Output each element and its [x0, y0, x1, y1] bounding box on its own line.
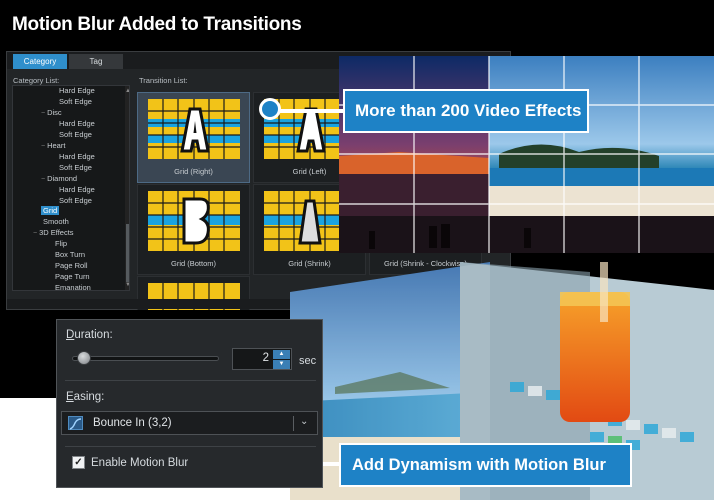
tab-category[interactable]: Category — [13, 54, 67, 69]
grid-thumbnail — [148, 99, 240, 159]
tree-item[interactable]: Box Turn — [55, 250, 85, 259]
easing-label: Easing: — [66, 391, 104, 403]
easing-curve-icon — [68, 416, 83, 430]
tree-item-diamond[interactable]: − Diamond — [41, 174, 77, 183]
duration-label: Duration: — [66, 329, 113, 341]
tree-item-grid[interactable]: Grid — [41, 206, 60, 215]
callout-video-effects: More than 200 Video Effects — [343, 89, 589, 133]
tree-item[interactable]: Soft Edge — [59, 97, 92, 106]
select-separator — [293, 416, 294, 431]
chevron-down-icon[interactable]: ⌄ — [300, 416, 308, 427]
tree-item[interactable]: Hard Edge — [59, 86, 95, 95]
tree-item[interactable]: Emanation — [55, 283, 91, 290]
spin-down-icon[interactable]: ▼ — [273, 360, 290, 369]
duration-value[interactable]: 2 — [233, 352, 269, 364]
tree-item[interactable]: Page Roll — [55, 261, 88, 270]
collapse-icon[interactable]: − — [41, 176, 45, 183]
transition-list-label: Transition List: — [139, 76, 188, 85]
tree-item[interactable]: Page Turn — [55, 272, 90, 281]
category-tree[interactable]: Hard Edge Soft Edge − Disc Hard Edge Soft… — [12, 85, 130, 291]
tree-item-label: Heart — [47, 141, 66, 150]
transition-label: Grid (Right) — [174, 167, 213, 176]
duration-slider-track[interactable] — [72, 356, 219, 361]
tree-scroll-thumb[interactable] — [126, 224, 129, 282]
page-title: Motion Blur Added to Transitions — [12, 14, 302, 35]
tree-item-heart[interactable]: − Heart — [41, 141, 65, 150]
tree-item[interactable]: Flip — [55, 239, 67, 248]
tree-item-3d-effects[interactable]: −3D Effects — [33, 228, 74, 237]
duration-spinner[interactable]: 2 ▲ ▼ — [232, 348, 292, 370]
scroll-up-icon[interactable]: ▲ — [125, 88, 129, 94]
duration-label-text: uration: — [74, 329, 113, 341]
tree-item[interactable]: Hard Edge — [59, 152, 95, 161]
tree-item-label: 3D Effects — [39, 228, 74, 237]
duration-slider-handle[interactable] — [77, 351, 91, 365]
easing-label-text: asing: — [73, 391, 105, 403]
tree-item-label: Disc — [47, 108, 62, 117]
tree-item[interactable]: Hard Edge — [59, 119, 95, 128]
transition-item-grid-bottom[interactable]: Grid (Bottom) — [137, 184, 250, 275]
tab-tag[interactable]: Tag — [69, 54, 123, 69]
collapse-icon[interactable]: − — [33, 230, 37, 237]
motion-blur-label[interactable]: Enable Motion Blur — [91, 457, 188, 469]
tree-item-smooth[interactable]: Smooth — [43, 217, 69, 226]
divider — [65, 446, 316, 447]
callout-motion-blur: Add Dynamism with Motion Blur — [339, 443, 632, 487]
sunset-grid-preview — [339, 56, 714, 253]
tree-scrollbar[interactable]: ▲ ▼ — [125, 86, 129, 290]
easing-select[interactable]: Bounce In (3,2) ⌄ — [61, 411, 318, 435]
easing-label-key: E — [66, 391, 74, 403]
transition-label: Grid (Bottom) — [170, 259, 216, 268]
transition-item-grid-right[interactable]: Grid (Right) — [137, 92, 250, 183]
easing-value: Bounce In (3,2) — [93, 417, 172, 429]
spin-up-icon[interactable]: ▲ — [273, 350, 290, 359]
transition-settings-dialog: Duration: 2 ▲ ▼ sec Easing: Bounce In (3… — [56, 319, 323, 488]
motion-blur-checkbox[interactable]: ✓ — [72, 456, 85, 469]
callout-connector — [278, 109, 348, 113]
divider — [65, 380, 316, 381]
tree-item[interactable]: Soft Edge — [59, 196, 92, 205]
collapse-icon[interactable]: − — [41, 143, 45, 150]
tree-item[interactable]: Soft Edge — [59, 130, 92, 139]
tree-item[interactable]: Soft Edge — [59, 163, 92, 172]
tree-item-label: Diamond — [47, 174, 78, 183]
collapse-icon[interactable]: − — [41, 110, 45, 117]
tree-item-disc[interactable]: − Disc — [41, 108, 62, 117]
scroll-down-icon[interactable]: ▼ — [125, 282, 129, 288]
callout-dot-icon — [259, 98, 281, 120]
category-list-label: Category List: — [13, 76, 60, 85]
duration-unit: sec — [299, 355, 317, 367]
tree-item[interactable]: Hard Edge — [59, 185, 95, 194]
grid-thumbnail — [148, 191, 240, 251]
